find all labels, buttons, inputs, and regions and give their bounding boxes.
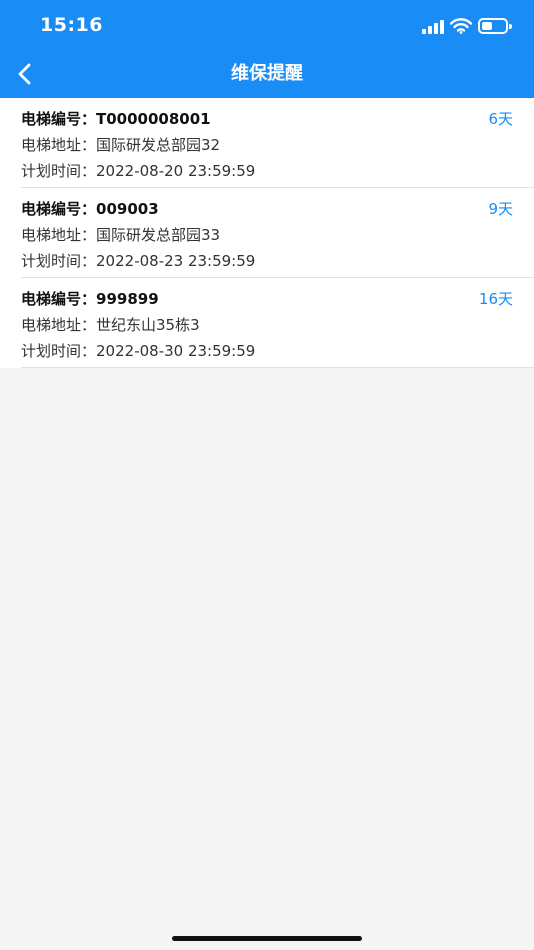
elevator-address: 国际研发总部园32 <box>96 136 221 154</box>
days-remaining: 16天 <box>478 290 513 308</box>
days-remaining: 6天 <box>488 110 513 128</box>
elevator-address: 国际研发总部园33 <box>96 226 221 244</box>
planned-time-label: 计划时间： <box>21 252 97 270</box>
elevator-address-label: 电梯地址： <box>21 136 97 154</box>
list-item[interactable]: 电梯编号：T0000008001 6天 电梯地址：国际研发总部园32 计划时间：… <box>0 98 534 188</box>
header: 15:16 维保提醒 <box>0 0 534 98</box>
days-remaining: 9天 <box>488 200 513 218</box>
planned-time: 2022-08-23 23:59:59 <box>96 252 256 270</box>
elevator-code: 009003 <box>96 200 159 218</box>
list-item[interactable]: 电梯编号：999899 16天 电梯地址：世纪东山35栋3 计划时间：2022-… <box>0 278 534 368</box>
list-item[interactable]: 电梯编号：009003 9天 电梯地址：国际研发总部园33 计划时间：2022-… <box>0 188 534 278</box>
elevator-code-label: 电梯编号： <box>21 290 97 308</box>
elevator-address-label: 电梯地址： <box>21 316 97 334</box>
maintenance-list: 电梯编号：T0000008001 6天 电梯地址：国际研发总部园32 计划时间：… <box>0 98 534 368</box>
planned-time-label: 计划时间： <box>21 162 97 180</box>
status-time: 15:16 <box>40 14 103 36</box>
battery-icon <box>478 18 512 34</box>
status-bar: 15:16 <box>0 0 534 52</box>
planned-time: 2022-08-20 23:59:59 <box>96 162 256 180</box>
planned-time-label: 计划时间： <box>21 342 97 360</box>
page-title: 维保提醒 <box>231 63 303 84</box>
planned-time: 2022-08-30 23:59:59 <box>96 342 256 360</box>
elevator-code-label: 电梯编号： <box>21 200 97 218</box>
elevator-code-label: 电梯编号： <box>21 110 97 128</box>
divider <box>21 367 534 368</box>
wifi-icon <box>450 18 472 34</box>
elevator-address: 世纪东山35栋3 <box>96 316 200 334</box>
elevator-code: T0000008001 <box>96 110 211 128</box>
home-indicator[interactable] <box>172 936 362 941</box>
elevator-code: 999899 <box>96 290 159 308</box>
elevator-address-label: 电梯地址： <box>21 226 97 244</box>
cellular-signal-icon <box>422 20 444 34</box>
